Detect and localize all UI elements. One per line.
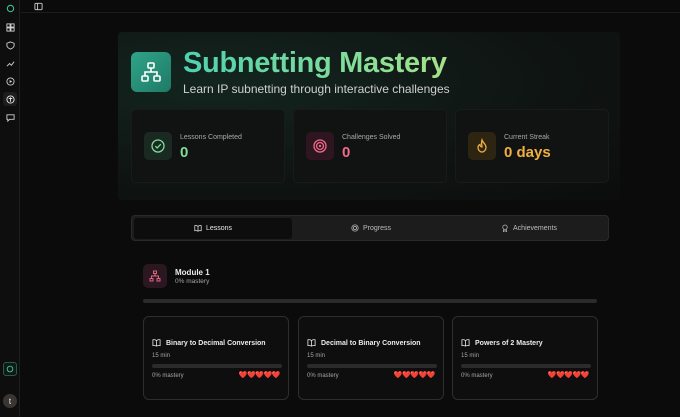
lesson-mastery: 0% mastery [307,373,339,379]
book-icon [152,338,161,349]
trending-icon[interactable] [3,56,17,70]
lesson-title: Decimal to Binary Conversion [321,340,421,347]
page-title: Subnetting Mastery [183,47,447,79]
lesson-progress-bar [152,364,282,368]
award-icon [501,224,509,234]
subnet-icon[interactable] [3,92,17,106]
tab-achievements[interactable]: Achievements [450,218,608,239]
stat-lessons-completed: Lessons Completed 0 [131,109,285,183]
lesson-card[interactable]: Binary to Decimal Conversion 15 min 0% m… [143,316,289,400]
header-divider [21,12,680,13]
lesson-hearts: ❤️❤️❤️❤️❤️ [238,372,281,379]
dashboard-icon[interactable] [3,20,17,34]
stat-label: Challenges Solved [342,134,401,141]
lesson-hearts: ❤️❤️❤️❤️❤️ [393,372,436,379]
book-icon [307,338,316,349]
stat-current-streak: Current Streak 0 days [455,109,609,183]
page-subtitle: Learn IP subnetting through interactive … [183,82,450,96]
lesson-header: Powers of 2 Mastery [461,338,543,349]
left-rail: t [0,0,20,417]
flame-icon [468,132,496,160]
lesson-mastery: 0% mastery [152,373,184,379]
play-icon[interactable] [3,74,17,88]
lesson-progress-bar [461,364,591,368]
shield-icon[interactable] [3,38,17,52]
book-icon [461,338,470,349]
avatar[interactable]: t [3,394,17,408]
lesson-title: Binary to Decimal Conversion [166,340,266,347]
lesson-duration: 15 min [307,353,326,359]
network-logo-icon [131,52,171,92]
lesson-progress-bar [307,364,437,368]
target-icon [306,132,334,160]
tab-label: Lessons [205,225,233,232]
stat-value: 0 days [504,144,551,161]
tab-label: Achievements [513,225,557,232]
lesson-duration: 15 min [152,353,171,359]
lesson-header: Decimal to Binary Conversion [307,338,421,349]
chat-icon[interactable] [3,110,17,124]
lesson-header: Binary to Decimal Conversion [152,338,266,349]
stat-value: 0 [180,144,189,161]
logo-icon[interactable] [3,1,17,15]
check-circle-icon [144,132,172,160]
sidebar-toggle-icon[interactable] [32,0,44,12]
lesson-duration: 15 min [461,353,480,359]
tab-bar: Lessons Progress Achievements [131,215,609,241]
lesson-mastery: 0% mastery [461,373,493,379]
status-icon[interactable] [3,362,17,376]
stat-challenges-solved: Challenges Solved 0 [293,109,447,183]
target-icon [351,223,359,234]
book-icon [194,224,202,234]
lesson-card[interactable]: Powers of 2 Mastery 15 min 0% mastery ❤️… [452,316,598,400]
module-progress-bar [143,299,597,303]
module-title: Module 1 [175,268,210,277]
tab-lessons[interactable]: Lessons [134,218,292,239]
tab-progress[interactable]: Progress [292,218,450,239]
lesson-hearts: ❤️❤️❤️❤️❤️ [547,372,590,379]
tab-label: Progress [362,225,391,232]
stat-value: 0 [342,144,351,161]
lesson-card[interactable]: Decimal to Binary Conversion 15 min 0% m… [298,316,444,400]
stat-label: Lessons Completed [180,134,242,141]
module-mastery: 0% mastery [175,278,210,285]
module-network-icon [143,264,167,288]
stat-label: Current Streak [504,134,550,141]
lesson-title: Powers of 2 Mastery [475,340,543,347]
